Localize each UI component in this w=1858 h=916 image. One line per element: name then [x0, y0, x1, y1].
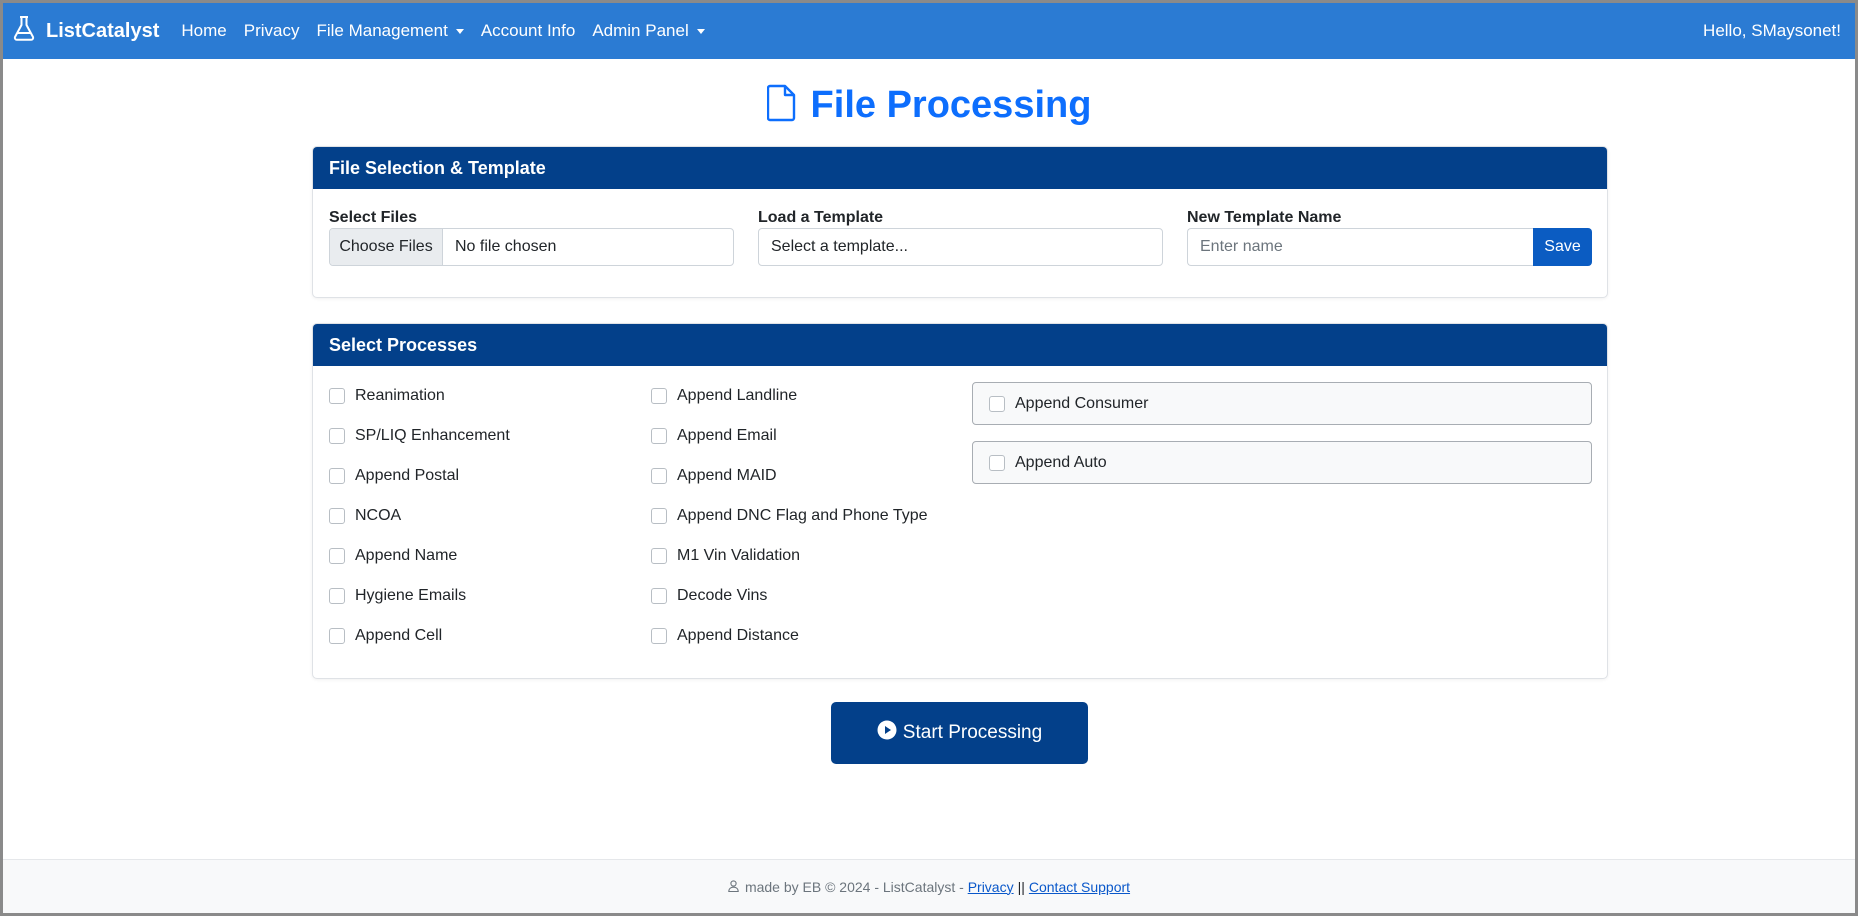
nav-privacy[interactable]: Privacy	[244, 21, 300, 41]
nav-home[interactable]: Home	[181, 21, 226, 41]
process-label: Append MAID	[677, 467, 777, 484]
nav-privacy-label: Privacy	[243, 21, 300, 40]
play-circle-icon	[877, 720, 903, 746]
file-icon	[766, 84, 797, 127]
checkbox[interactable]	[329, 628, 345, 644]
checkbox[interactable]	[651, 508, 667, 524]
checkbox[interactable]	[651, 628, 667, 644]
process-append-name[interactable]: Append Name	[329, 536, 510, 576]
nav-file-management-label: File Management	[316, 21, 448, 40]
footer-separator: ||	[1017, 878, 1025, 895]
process-label: Append Landline	[677, 387, 798, 404]
process-reanimation[interactable]: Reanimation	[329, 376, 510, 416]
process-decode-vins[interactable]: Decode Vins	[651, 576, 928, 616]
checkbox[interactable]	[329, 428, 345, 444]
processes-header: Select Processes	[313, 324, 1607, 366]
checkbox[interactable]	[989, 454, 1005, 471]
file-selection-card: File Selection & Template Select Files C…	[312, 146, 1608, 298]
process-sp-liq-enhancement[interactable]: SP/LIQ Enhancement	[329, 416, 510, 456]
checkbox[interactable]	[651, 388, 667, 404]
process-append-landline[interactable]: Append Landline	[651, 376, 928, 416]
process-label: Hygiene Emails	[355, 587, 467, 604]
process-label: Append Distance	[677, 627, 799, 644]
start-processing-button[interactable]: Start Processing	[831, 702, 1088, 764]
start-processing-label: Start Processing	[902, 722, 1043, 743]
footer-privacy-link[interactable]: Privacy	[968, 879, 1014, 895]
caret-down-icon	[455, 28, 464, 34]
process-group-append-consumer[interactable]: Append Consumer	[972, 382, 1592, 425]
process-hygiene-emails[interactable]: Hygiene Emails	[329, 576, 510, 616]
process-label: Append DNC Flag and Phone Type	[677, 507, 928, 524]
save-template-button[interactable]: Save	[1533, 228, 1592, 266]
process-label: Append Email	[677, 427, 777, 444]
checkbox[interactable]	[329, 468, 345, 484]
nav-account-info-label: Account Info	[480, 21, 576, 40]
template-select[interactable]: Select a template...	[758, 228, 1163, 266]
nav-links: Home Privacy File Management Account Inf…	[181, 21, 721, 41]
new-template-group: Save	[1187, 228, 1592, 266]
top-navbar: ListCatalyst Home Privacy File Managemen…	[3, 3, 1855, 59]
process-label: Append Cell	[355, 627, 443, 644]
checkbox[interactable]	[651, 588, 667, 604]
user-icon	[728, 879, 745, 895]
process-append-cell[interactable]: Append Cell	[329, 616, 510, 656]
process-ncoa[interactable]: NCOA	[329, 496, 510, 536]
process-label: Append Name	[355, 547, 458, 564]
file-selection-header: File Selection & Template	[313, 147, 1607, 189]
choose-files-button[interactable]: Choose Files	[330, 229, 443, 265]
brand-name: ListCatalyst	[46, 19, 160, 42]
nav-admin-panel-label: Admin Panel	[592, 21, 689, 40]
process-append-postal[interactable]: Append Postal	[329, 456, 510, 496]
flask-icon	[12, 15, 46, 47]
process-append-maid[interactable]: Append MAID	[651, 456, 928, 496]
process-append-dnc-flag[interactable]: Append DNC Flag and Phone Type	[651, 496, 928, 536]
process-label: M1 Vin Validation	[677, 547, 801, 564]
process-column-2: Append Landline Append Email Append MAID…	[651, 376, 928, 656]
process-group-label: Append Consumer	[1015, 394, 1149, 412]
checkbox[interactable]	[651, 428, 667, 444]
nav-account-info[interactable]: Account Info	[481, 21, 576, 41]
process-label: NCOA	[355, 507, 402, 524]
checkbox[interactable]	[329, 388, 345, 404]
checkbox[interactable]	[329, 588, 345, 604]
nav-admin-panel-dropdown[interactable]: Admin Panel	[592, 21, 705, 41]
file-status: No file chosen	[455, 238, 557, 255]
new-template-label: New Template Name	[1187, 209, 1342, 226]
processes-card: Select Processes Reanimation SP/LIQ Enha…	[312, 323, 1608, 679]
process-label: Reanimation	[355, 387, 445, 404]
checkbox[interactable]	[651, 468, 667, 484]
process-m1-vin-validation[interactable]: M1 Vin Validation	[651, 536, 928, 576]
checkbox[interactable]	[989, 395, 1005, 412]
brand[interactable]: ListCatalyst	[12, 15, 159, 47]
checkbox[interactable]	[329, 508, 345, 524]
checkbox[interactable]	[651, 548, 667, 564]
process-append-distance[interactable]: Append Distance	[651, 616, 928, 656]
process-label: SP/LIQ Enhancement	[355, 427, 510, 444]
nav-home-label: Home	[181, 21, 227, 40]
process-label: Decode Vins	[677, 587, 768, 604]
select-files-label: Select Files	[329, 209, 418, 226]
footer: made by EB © 2024 - ListCatalyst - Priva…	[3, 859, 1855, 913]
checkbox[interactable]	[329, 548, 345, 564]
page-title-text: File Processing	[810, 84, 1092, 126]
process-append-email[interactable]: Append Email	[651, 416, 928, 456]
user-greeting[interactable]: Hello, SMaysonet!	[1703, 21, 1841, 41]
file-input[interactable]: Choose Files No file chosen	[329, 228, 734, 266]
caret-down-icon	[696, 28, 705, 34]
new-template-input[interactable]	[1187, 228, 1533, 266]
process-column-1: Reanimation SP/LIQ Enhancement Append Po…	[329, 376, 510, 656]
process-label: Append Postal	[355, 467, 460, 484]
footer-contact-link[interactable]: Contact Support	[1029, 879, 1130, 895]
footer-text: made by EB © 2024 - ListCatalyst -	[744, 878, 964, 895]
page-title: File Processing	[0, 84, 1858, 127]
process-group-append-auto[interactable]: Append Auto	[972, 441, 1592, 484]
load-template-label: Load a Template	[758, 209, 884, 226]
process-group-label: Append Auto	[1015, 453, 1107, 471]
nav-file-management-dropdown[interactable]: File Management	[316, 21, 464, 41]
